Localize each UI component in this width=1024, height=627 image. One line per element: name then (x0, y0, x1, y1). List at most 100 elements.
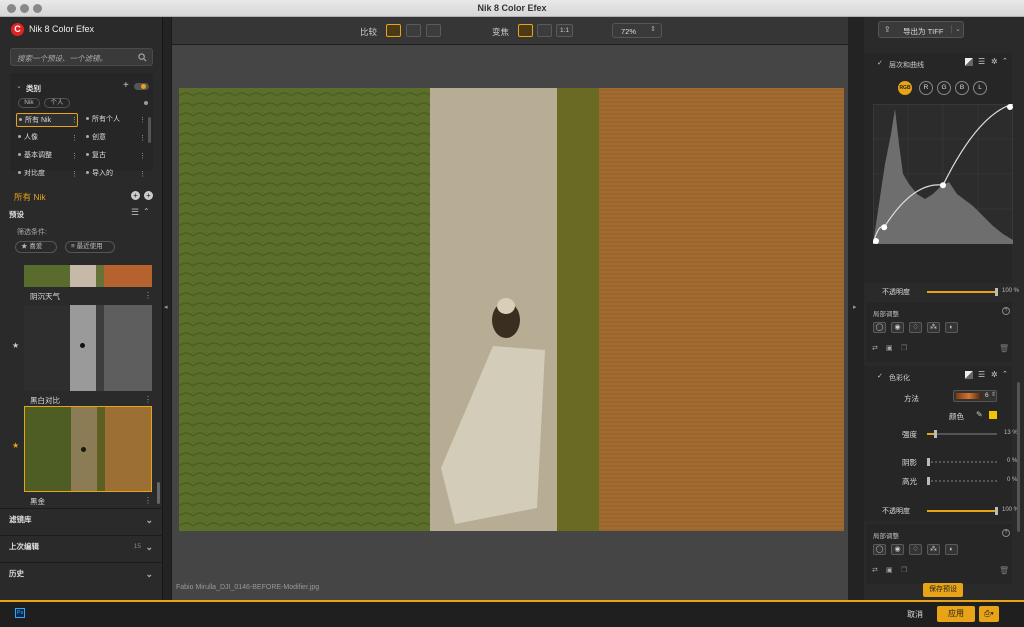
close-window-button[interactable] (7, 4, 16, 13)
save-preset-button[interactable]: 保存预设 (923, 583, 963, 597)
category-all-personal[interactable]: 所有个人 (84, 113, 144, 127)
chip-recent[interactable]: ≡ 最近使用 (65, 241, 115, 253)
strength-slider[interactable] (927, 430, 997, 438)
luminance-icon[interactable]: ◐ (945, 322, 958, 333)
more-icon[interactable]: ⋮ (71, 134, 78, 142)
gear-icon[interactable]: ✲ (991, 370, 998, 379)
apply-button[interactable]: 应用 (937, 606, 975, 622)
curve-point[interactable] (881, 224, 888, 231)
compare-split-button[interactable] (406, 24, 421, 37)
channel-g-button[interactable]: G (937, 81, 951, 95)
section-filters-library[interactable]: 滤镜库 ⌄ (0, 508, 163, 530)
chip-favorites[interactable]: ★ 喜爱 (15, 241, 57, 253)
chevron-up-icon[interactable]: ⌃ (143, 207, 150, 216)
curve-point[interactable] (873, 238, 879, 244)
star-icon[interactable]: ★ (12, 341, 19, 350)
category-contrast[interactable]: 对比度 (16, 167, 78, 181)
cancel-button[interactable]: 取消 (907, 609, 923, 620)
preset-thumbnail-selected[interactable] (24, 406, 152, 492)
help-icon[interactable]: ? (1002, 307, 1010, 315)
circle-point-icon[interactable]: ◯ (873, 544, 886, 555)
left-panel-collapse-strip[interactable]: ◂ (163, 17, 171, 600)
section-history[interactable]: 历史 ⌄ (0, 562, 163, 584)
more-icon[interactable]: ⋮ (71, 152, 78, 160)
brush-tool-icon[interactable]: ▣ (886, 566, 893, 574)
channel-l-button[interactable]: L (973, 81, 987, 95)
right-panel-collapse-strip[interactable]: ▸ (848, 17, 864, 600)
gradient-icon[interactable]: ◉ (891, 322, 904, 333)
checkbox-icon[interactable]: ✓ (877, 372, 883, 380)
zoom-window-button[interactable] (33, 4, 42, 13)
more-icon[interactable]: ⋮ (139, 116, 146, 124)
colorize-opacity-slider[interactable] (927, 507, 998, 515)
mask-icon[interactable] (965, 371, 973, 379)
chevron-down-icon[interactable]: ⌄ (16, 82, 22, 90)
presets-scrollbar[interactable] (157, 482, 160, 504)
channel-b-button[interactable]: B (955, 81, 969, 95)
brush-icon[interactable]: ⁂ (927, 544, 940, 555)
toggle-icon[interactable] (134, 83, 149, 90)
more-icon[interactable]: ⋮ (139, 170, 146, 178)
gear-icon[interactable]: ✲ (991, 57, 998, 66)
eyedropper-icon[interactable]: ✎ (976, 410, 983, 419)
filter-chip-nik[interactable]: Nik (18, 98, 40, 108)
category-vintage[interactable]: 复古 (84, 149, 144, 163)
more-icon[interactable]: ⋮ (71, 170, 78, 178)
zoom-1to1-button[interactable]: 1:1 (556, 24, 573, 37)
tone-curve-graph[interactable] (873, 104, 1013, 244)
channel-rgb-button[interactable]: RGB (898, 81, 912, 95)
mask-tool-icon[interactable]: ⇄ (872, 344, 878, 352)
list-icon[interactable]: ☰ (131, 207, 139, 218)
categories-scrollbar[interactable] (148, 117, 151, 143)
more-icon[interactable]: ⋮ (139, 152, 146, 160)
category-all-nik[interactable]: 所有 Nik (16, 113, 78, 127)
section-last-edit[interactable]: 上次编辑 15 ⌄ (0, 535, 163, 557)
copy-icon[interactable]: ❐ (901, 344, 907, 352)
checkbox-icon[interactable]: ✓ (877, 59, 883, 67)
category-basic[interactable]: 基本调整 (16, 149, 78, 163)
minimize-window-button[interactable] (20, 4, 29, 13)
zoom-fill-button[interactable] (537, 24, 552, 37)
method-select[interactable]: 6 ⇕ (953, 390, 997, 402)
luminance-icon[interactable]: ◐ (945, 544, 958, 555)
mask-tool-icon[interactable]: ⇄ (872, 566, 878, 574)
list-icon[interactable]: ☰ (978, 370, 985, 379)
highlight-slider[interactable] (927, 477, 997, 485)
category-portrait[interactable]: 人像 (16, 131, 78, 145)
help-icon[interactable]: ? (1002, 529, 1010, 537)
color-swatch[interactable] (989, 411, 997, 419)
more-icon[interactable]: ⋮ (144, 395, 152, 404)
list-icon[interactable]: ☰ (978, 57, 985, 66)
more-icon[interactable]: ⋮ (144, 291, 152, 300)
chevron-up-icon[interactable]: ⌃ (1002, 57, 1008, 65)
gradient-icon[interactable]: ◉ (891, 544, 904, 555)
compare-single-button[interactable] (386, 24, 401, 37)
circle-point-icon[interactable]: ◯ (873, 322, 886, 333)
curve-point[interactable] (1007, 104, 1013, 110)
trash-icon[interactable]: 🗑 (999, 566, 1009, 575)
export-button[interactable]: ⇪ 导出为 TIFF ⌄ (878, 21, 964, 38)
more-icon[interactable] (144, 101, 148, 105)
filter-chip-personal[interactable]: 个人 (44, 98, 70, 108)
zoom-select[interactable]: 72% ⇕ (612, 23, 662, 38)
channel-r-button[interactable]: R (919, 81, 933, 95)
curves-opacity-slider[interactable] (927, 288, 998, 296)
star-icon[interactable]: ★ (12, 441, 19, 450)
lasso-icon[interactable]: ♢ (909, 322, 922, 333)
search-icon[interactable] (138, 53, 147, 62)
chevron-up-icon[interactable]: ⌃ (1002, 370, 1008, 378)
add-icon[interactable]: + (144, 191, 153, 200)
category-imported[interactable]: 导入的 (84, 167, 144, 181)
shadow-slider[interactable] (927, 458, 997, 466)
more-icon[interactable]: ⋮ (144, 496, 152, 505)
search-input[interactable]: 搜索一个预设、一个滤镜。 (10, 48, 153, 66)
curve-point[interactable] (940, 182, 946, 189)
plus-icon[interactable]: + (123, 80, 129, 91)
compare-stack-button[interactable] (426, 24, 441, 37)
right-panel-scrollbar[interactable] (1017, 382, 1020, 532)
more-icon[interactable]: ⋮ (139, 134, 146, 142)
zoom-fit-button[interactable] (518, 24, 533, 37)
category-creative[interactable]: 创意 (84, 131, 144, 145)
apply-options-icon[interactable]: ⎙▾ (979, 606, 999, 622)
brush-icon[interactable]: ⁂ (927, 322, 940, 333)
